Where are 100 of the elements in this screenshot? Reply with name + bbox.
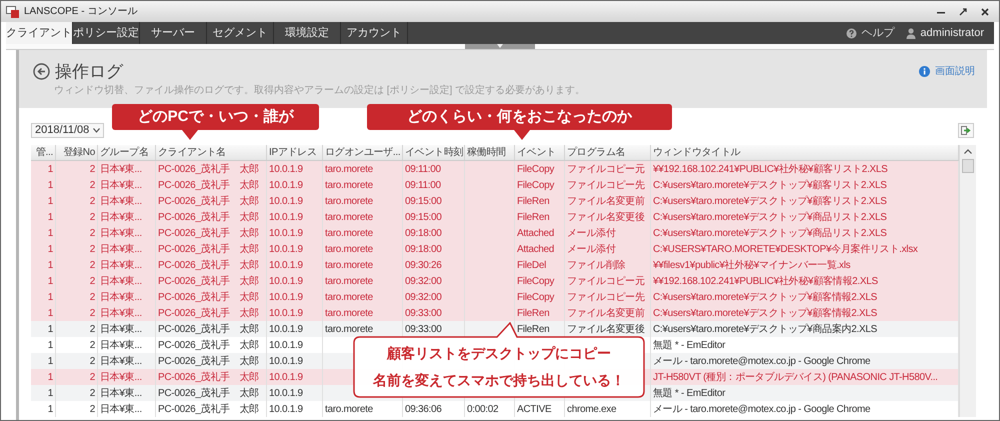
- close-icon[interactable]: [980, 6, 990, 16]
- table-cell-text: FileCopy: [517, 290, 554, 304]
- table-cell-text: 2: [90, 290, 95, 304]
- table-cell-text: PC-0026_茂礼手 太郎: [158, 338, 259, 352]
- table-cell-text: 10.0.1.9: [269, 322, 303, 336]
- table-cell-text: 0:00:02: [467, 402, 498, 416]
- table-cell-text: taro.morete: [325, 226, 373, 240]
- table-cell-text: 1: [48, 274, 53, 288]
- table-cell-text: ファイル名変更前: [567, 194, 645, 208]
- table-cell-text: 1: [48, 210, 53, 224]
- column-header[interactable]: グループ名: [98, 145, 156, 160]
- scrollbar-thumb[interactable]: [962, 159, 974, 173]
- table-cell-text: PC-0026_茂礼手 太郎: [158, 370, 259, 384]
- table-cell-text: メール添付: [567, 226, 616, 240]
- table-cell-text: taro.morete: [325, 194, 373, 208]
- table-cell-text: taro.morete: [325, 178, 373, 192]
- table-cell-text: PC-0026_茂礼手 太郎: [158, 242, 259, 256]
- table-cell-text: PC-0026_茂礼手 太郎: [158, 178, 259, 192]
- table-cell-text: 2: [90, 338, 95, 352]
- table-cell-text: 日本¥東...: [100, 178, 142, 192]
- table-cell-text: 10.0.1.9: [269, 242, 303, 256]
- table-cell-text: ファイルコピー先: [567, 178, 645, 192]
- tab[interactable]: クライアント: [6, 22, 73, 44]
- column-header[interactable]: イベント時刻: [403, 145, 465, 160]
- table-cell-text: ¥¥192.168.102.241¥PUBLIC¥社外秘¥顧客リスト2.XLS: [653, 162, 888, 176]
- table-cell-text: C:¥users¥taro.morete¥デスクトップ¥商品案内2.XLS: [653, 322, 877, 336]
- table-cell-text: 1: [48, 338, 53, 352]
- table-cell-text: 09:18:00: [405, 242, 442, 256]
- table-cell-text: 2: [90, 162, 95, 176]
- table-cell-text: 日本¥東...: [100, 354, 142, 368]
- table-cell-text: 1: [48, 242, 53, 256]
- table-cell-text: taro.morete: [325, 210, 373, 224]
- table-cell-text: 10.0.1.9: [269, 194, 303, 208]
- column-header[interactable]: イベント: [515, 145, 565, 160]
- table-cell-text: PC-0026_茂礼手 太郎: [158, 386, 259, 400]
- table-cell-text: 2: [90, 178, 95, 192]
- table-cell-text: 1: [48, 370, 53, 384]
- back-icon[interactable]: [33, 63, 50, 80]
- table-cell-text: PC-0026_茂礼手 太郎: [158, 226, 259, 240]
- table-cell-text: 09:32:00: [405, 290, 442, 304]
- table-cell-text: 日本¥東...: [100, 338, 142, 352]
- page-description: ウィンドウ切替、ファイル操作のログです。取得内容やアラームの設定は [ポリシー設定] で設定する必要があります。: [53, 84, 586, 96]
- table-cell-text: FileRen: [517, 210, 550, 224]
- table-cell-text: C:¥users¥taro.morete¥デスクトップ¥顧客情報2.XLS: [653, 306, 877, 320]
- scroll-up-icon[interactable]: [964, 149, 972, 154]
- table-cell-text: 2: [90, 322, 95, 336]
- table-cell-text: 1: [48, 162, 53, 176]
- column-header[interactable]: IPアドレス: [267, 145, 323, 160]
- table-cell-text: PC-0026_茂礼手 太郎: [158, 194, 259, 208]
- table-cell-text: 10.0.1.9: [269, 178, 303, 192]
- tab[interactable]: ポリシー設定: [73, 22, 140, 44]
- table-cell-text: C:¥users¥taro.morete¥デスクトップ¥商品リスト2.XLS: [653, 210, 887, 224]
- table-cell-text: taro.morete: [325, 242, 373, 256]
- table-cell-text: 1: [48, 178, 53, 192]
- table-cell-text: taro.morete: [325, 274, 373, 288]
- table-cell-text: PC-0026_茂礼手 太郎: [158, 354, 259, 368]
- column-header[interactable]: 稼働時間: [465, 145, 515, 160]
- table-cell-text: FileCopy: [517, 178, 554, 192]
- date-dropdown[interactable]: 2018/11/08: [31, 123, 104, 138]
- table-cell-text: C:¥users¥taro.morete¥デスクトップ¥商品リスト2.XLS: [653, 226, 887, 240]
- user-icon: [906, 28, 916, 38]
- export-button[interactable]: [958, 123, 974, 138]
- app-icon: [6, 6, 20, 18]
- table-cell-text: 1: [48, 258, 53, 272]
- table-cell-text: FileDel: [517, 258, 546, 272]
- table-cell-text: taro.morete: [325, 402, 373, 416]
- table-cell-text: 日本¥東...: [100, 386, 142, 400]
- panel-toggle-handle[interactable]: [465, 44, 535, 49]
- table-cell-text: taro.morete: [325, 322, 373, 336]
- table-cell-text: 2: [90, 370, 95, 384]
- table-cell-text: FileRen: [517, 322, 550, 336]
- table-cell-text: PC-0026_茂礼手 太郎: [158, 306, 259, 320]
- table-cell-text: 1: [48, 386, 53, 400]
- help-link[interactable]: ヘルプ: [861, 24, 894, 42]
- table-cell-text: Attached: [517, 226, 554, 240]
- table-cell-text: 10.0.1.9: [269, 338, 303, 352]
- table-cell-text: 10.0.1.9: [269, 274, 303, 288]
- table-cell-text: ファイル名変更後: [567, 210, 645, 224]
- table-cell-text: 09:15:00: [405, 194, 442, 208]
- table-cell-text: ファイルコピー元: [567, 274, 645, 288]
- table-cell-text: 日本¥東...: [100, 290, 142, 304]
- table-cell-text: 日本¥東...: [100, 242, 142, 256]
- maximize-icon[interactable]: [958, 6, 968, 16]
- column-header[interactable]: プログラム名: [565, 145, 651, 160]
- table-cell-text: 09:33:00: [405, 306, 442, 320]
- table-cell-text: 10.0.1.9: [269, 226, 303, 240]
- column-header[interactable]: 登録No: [56, 145, 98, 160]
- column-header[interactable]: クライアント名: [156, 145, 267, 160]
- table-cell-text: taro.morete: [325, 306, 373, 320]
- table-cell-text: 10.0.1.9: [269, 162, 303, 176]
- table-cell-text: JT-H580VT (種別：ポータブルデバイス) (PANASONIC JT-H580V...: [653, 370, 938, 384]
- table-cell-text: 10.0.1.9: [269, 306, 303, 320]
- user-link[interactable]: administrator: [920, 24, 984, 42]
- table-cell-text: 09:30:26: [405, 258, 442, 272]
- table-cell-text: 09:32:00: [405, 274, 442, 288]
- table-cell-text: 10.0.1.9: [269, 210, 303, 224]
- column-header[interactable]: ログオンユーザ...: [323, 145, 403, 160]
- table-cell-text: 2: [90, 386, 95, 400]
- scrollbar[interactable]: [959, 145, 976, 417]
- column-header[interactable]: 管...: [31, 145, 56, 160]
